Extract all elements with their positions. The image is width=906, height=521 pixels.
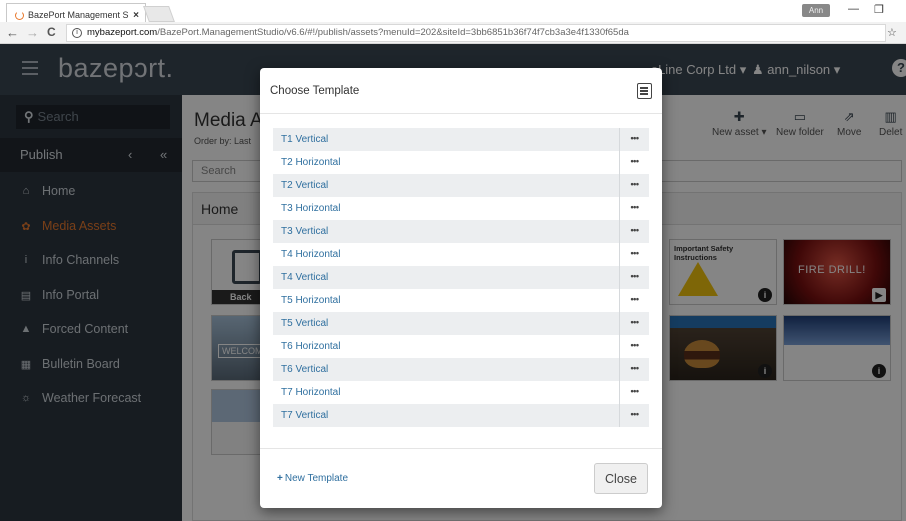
template-row[interactable]: T3 Horizontal ••• bbox=[273, 197, 649, 220]
more-options-button[interactable]: ••• bbox=[619, 174, 649, 197]
new-template-label: New Template bbox=[284, 473, 349, 484]
template-name[interactable]: T5 Vertical bbox=[273, 318, 619, 329]
more-options-button[interactable]: ••• bbox=[619, 381, 649, 404]
more-options-button[interactable]: ••• bbox=[619, 404, 649, 427]
template-row[interactable]: T4 Horizontal ••• bbox=[273, 243, 649, 266]
close-button[interactable]: Close bbox=[594, 463, 648, 494]
forward-icon[interactable]: → bbox=[26, 25, 39, 40]
new-tab-button[interactable] bbox=[143, 6, 175, 22]
modal-footer: + New Template Close bbox=[260, 448, 662, 508]
more-options-button[interactable]: ••• bbox=[619, 266, 649, 289]
template-row[interactable]: T5 Vertical ••• bbox=[273, 312, 649, 335]
template-name[interactable]: T6 Horizontal bbox=[273, 341, 619, 352]
template-name[interactable]: T2 Horizontal bbox=[273, 157, 619, 168]
tab-title: BazePort Management S bbox=[28, 10, 129, 20]
url-path: /BazePort.ManagementStudio/v6.6/#!/publi… bbox=[157, 27, 629, 38]
template-name[interactable]: T5 Horizontal bbox=[273, 295, 619, 306]
template-row[interactable]: T4 Vertical ••• bbox=[273, 266, 649, 289]
site-info-icon[interactable]: i bbox=[72, 28, 82, 38]
more-options-button[interactable]: ••• bbox=[619, 312, 649, 335]
bazeport-favicon-icon bbox=[15, 10, 24, 20]
template-name[interactable]: T7 Vertical bbox=[273, 410, 619, 421]
more-options-button[interactable]: ••• bbox=[619, 358, 649, 381]
more-options-button[interactable]: ••• bbox=[619, 128, 649, 151]
more-options-button[interactable]: ••• bbox=[619, 289, 649, 312]
choose-template-modal: Choose Template T1 Vertical ••• T2 Horizo… bbox=[260, 68, 662, 508]
modal-header: Choose Template bbox=[260, 68, 662, 114]
template-name[interactable]: T7 Horizontal bbox=[273, 387, 619, 398]
url-host: mybazeport.com bbox=[87, 27, 158, 38]
back-icon[interactable]: ← bbox=[6, 25, 19, 40]
minimize-icon[interactable]: — bbox=[848, 3, 859, 15]
browser-tab[interactable]: BazePort Management S × bbox=[6, 3, 146, 22]
template-name[interactable]: T1 Vertical bbox=[273, 134, 619, 145]
template-list-icon[interactable] bbox=[637, 83, 652, 99]
template-name[interactable]: T2 Vertical bbox=[273, 180, 619, 191]
plus-icon: + bbox=[277, 473, 283, 484]
template-name[interactable]: T4 Vertical bbox=[273, 272, 619, 283]
template-name[interactable]: T6 Vertical bbox=[273, 364, 619, 375]
more-options-button[interactable]: ••• bbox=[619, 197, 649, 220]
restore-icon[interactable]: ❐ bbox=[874, 3, 884, 16]
modal-title: Choose Template bbox=[270, 85, 360, 97]
template-row[interactable]: T7 Vertical ••• bbox=[273, 404, 649, 427]
template-name[interactable]: T3 Vertical bbox=[273, 226, 619, 237]
template-name[interactable]: T4 Horizontal bbox=[273, 249, 619, 260]
template-row[interactable]: T3 Vertical ••• bbox=[273, 220, 649, 243]
more-options-button[interactable]: ••• bbox=[619, 151, 649, 174]
address-bar: ← → C i mybazeport.com/BazePort.Manageme… bbox=[0, 22, 906, 44]
window-user-badge[interactable]: Ann bbox=[802, 4, 830, 17]
template-name[interactable]: T3 Horizontal bbox=[273, 203, 619, 214]
template-row[interactable]: T6 Horizontal ••• bbox=[273, 335, 649, 358]
template-list: T1 Vertical ••• T2 Horizontal ••• T2 Verti… bbox=[273, 128, 649, 427]
template-row[interactable]: T1 Vertical ••• bbox=[273, 128, 649, 151]
more-options-button[interactable]: ••• bbox=[619, 220, 649, 243]
template-row[interactable]: T5 Horizontal ••• bbox=[273, 289, 649, 312]
template-row[interactable]: T6 Vertical ••• bbox=[273, 358, 649, 381]
new-template-link[interactable]: + New Template bbox=[277, 473, 348, 484]
template-row[interactable]: T2 Horizontal ••• bbox=[273, 151, 649, 174]
more-options-button[interactable]: ••• bbox=[619, 243, 649, 266]
template-row[interactable]: T2 Vertical ••• bbox=[273, 174, 649, 197]
browser-titlebar: BazePort Management S × Ann — ❐ bbox=[0, 0, 906, 22]
bookmark-star-icon[interactable]: ☆ bbox=[887, 26, 897, 39]
url-input[interactable]: i mybazeport.com/BazePort.ManagementStud… bbox=[66, 24, 886, 42]
reload-icon[interactable]: C bbox=[47, 25, 56, 39]
more-options-button[interactable]: ••• bbox=[619, 335, 649, 358]
template-row[interactable]: T7 Horizontal ••• bbox=[273, 381, 649, 404]
tab-close-icon[interactable]: × bbox=[133, 10, 139, 21]
